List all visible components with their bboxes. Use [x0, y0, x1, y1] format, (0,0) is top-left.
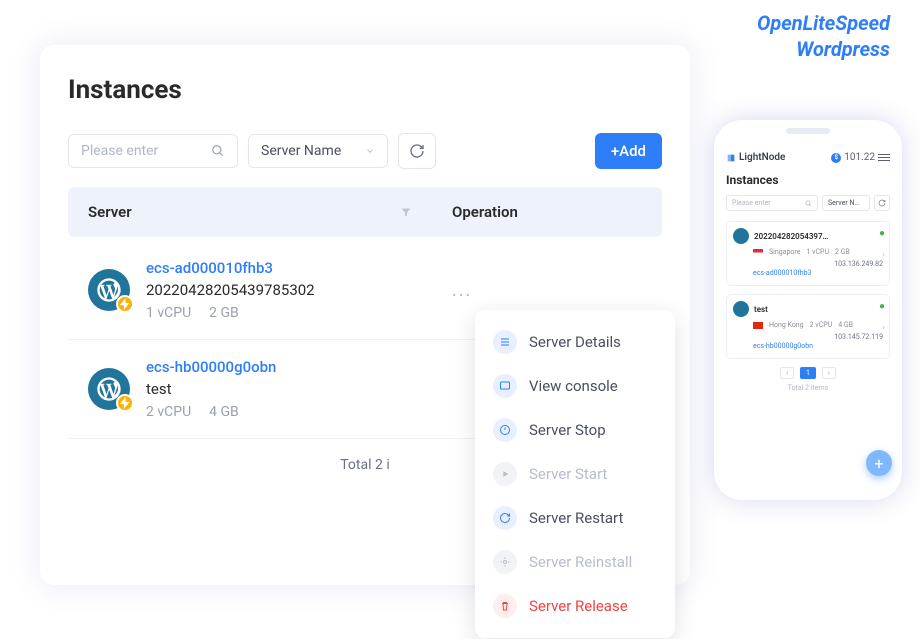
menu-item-label: View console — [529, 377, 618, 395]
mobile-instance-link[interactable]: ecs-hb00000g0obn — [733, 342, 813, 350]
page-prev[interactable]: ‹ — [780, 367, 794, 379]
mobile-instance-card[interactable]: ● 202204282054397… Singapore 1 vCPU 2 GB… — [726, 221, 890, 286]
filter-icon[interactable] — [400, 206, 412, 218]
ram-label: 4 GB — [838, 321, 853, 329]
mobile-preview: LightNode $ 101.22 Instances Please ente… — [714, 120, 902, 500]
search-icon — [211, 144, 225, 158]
mobile-total: Total 2 items — [726, 384, 890, 392]
operation-dropdown: Server Details View console Server Stop … — [475, 310, 675, 638]
wordpress-icon — [88, 269, 130, 311]
mobile-pagination: ‹ 1 › — [726, 367, 890, 379]
region-label: Singapore — [769, 248, 800, 256]
menu-item-icon — [493, 374, 517, 398]
mobile-instance-card[interactable]: ● test Hong Kong 2 vCPU 4 GB ecs-hb00000… — [726, 294, 890, 359]
menu-item-icon — [493, 550, 517, 574]
menu-item-icon — [493, 462, 517, 486]
page-title: Instances — [68, 75, 662, 105]
menu-item-label: Server Details — [529, 333, 621, 351]
wordpress-icon — [733, 301, 749, 317]
menu-server-reinstall: Server Reinstall — [475, 540, 675, 584]
search-input[interactable]: Please enter — [68, 134, 238, 168]
instance-specs: 1 vCPU2 GB — [146, 305, 452, 321]
instance-name: test — [146, 380, 452, 398]
toolbar: Please enter Server Name +Add — [68, 133, 662, 169]
lightning-badge-icon — [116, 295, 134, 313]
chevron-right-icon: › — [882, 250, 885, 260]
menu-item-label: Server Reinstall — [529, 553, 632, 571]
phone-notch — [786, 128, 830, 134]
server-select[interactable]: Server Name — [248, 134, 388, 168]
brand-logo: LightNode — [726, 152, 785, 163]
select-label: Server Name — [261, 143, 365, 159]
table-header: Server Operation — [68, 187, 662, 237]
page-next[interactable]: › — [822, 367, 836, 379]
region-label: Hong Kong — [769, 321, 804, 329]
menu-item-label: Server Restart — [529, 509, 623, 527]
mobile-instance-name: test — [754, 305, 768, 314]
search-placeholder: Please enter — [81, 143, 211, 159]
th-operation: Operation — [452, 203, 642, 221]
status-dot-icon: ● — [879, 228, 885, 239]
cpu-label: 1 vCPU — [806, 248, 829, 256]
mobile-refresh-button[interactable] — [874, 195, 890, 211]
watermark-text: OpenLiteSpeed Wordpress — [757, 10, 890, 62]
operation-menu-trigger[interactable]: ... — [452, 280, 642, 301]
menu-item-icon — [493, 330, 517, 354]
currency-icon: $ — [831, 153, 841, 163]
mobile-instance-ip: 103.145.72.119 — [834, 333, 883, 341]
menu-item-label: Server Start — [529, 465, 607, 483]
mobile-header: LightNode $ 101.22 — [726, 152, 890, 163]
menu-item-icon — [493, 594, 517, 618]
menu-server-details[interactable]: Server Details — [475, 320, 675, 364]
menu-item-label: Server Stop — [529, 421, 606, 439]
ram-label: 2 GB — [835, 248, 850, 256]
cpu-label: 2 vCPU — [810, 321, 833, 329]
balance-display: $ 101.22 — [831, 152, 890, 163]
page-number[interactable]: 1 — [800, 367, 816, 379]
mobile-instance-name: 202204282054397… — [754, 232, 828, 241]
lightning-badge-icon — [116, 394, 134, 412]
instance-name: 20220428205439785302 — [146, 281, 452, 299]
menu-view-console[interactable]: View console — [475, 364, 675, 408]
wordpress-icon — [88, 368, 130, 410]
mobile-toolbar: Please enter Server N… — [726, 195, 890, 211]
refresh-icon — [878, 199, 886, 207]
instance-info: ecs-ad000010fhb3 20220428205439785302 1 … — [146, 259, 452, 321]
menu-server-restart[interactable]: Server Restart — [475, 496, 675, 540]
th-server: Server — [88, 203, 452, 221]
instance-link[interactable]: ecs-ad000010fhb3 — [146, 259, 452, 277]
add-button[interactable]: +Add — [595, 133, 662, 169]
instance-info: ecs-hb00000g0obn test 2 vCPU4 GB — [146, 358, 452, 420]
menu-item-icon — [493, 418, 517, 442]
logo-icon — [726, 153, 736, 163]
wordpress-icon — [733, 228, 749, 244]
menu-item-label: Server Release — [529, 597, 628, 615]
menu-server-stop[interactable]: Server Stop — [475, 408, 675, 452]
mobile-instance-link[interactable]: ecs-ad000010fhb3 — [733, 269, 811, 277]
chevron-right-icon: › — [882, 323, 885, 333]
chevron-down-icon — [365, 146, 375, 156]
status-dot-icon: ● — [879, 301, 885, 312]
menu-server-start: Server Start — [475, 452, 675, 496]
flag-icon — [753, 322, 763, 329]
search-icon — [805, 200, 812, 207]
refresh-button[interactable] — [398, 133, 436, 169]
mobile-search-input[interactable]: Please enter — [726, 195, 818, 211]
menu-item-icon — [493, 506, 517, 530]
menu-server-release[interactable]: Server Release — [475, 584, 675, 628]
flag-icon — [753, 249, 763, 256]
refresh-icon — [409, 143, 425, 159]
instance-link[interactable]: ecs-hb00000g0obn — [146, 358, 452, 376]
mobile-page-title: Instances — [726, 173, 890, 187]
instance-specs: 2 vCPU4 GB — [146, 404, 452, 420]
mobile-select[interactable]: Server N… — [822, 195, 870, 211]
mobile-add-button[interactable]: + — [866, 450, 892, 476]
mobile-instance-ip: 103.136.249.82 — [834, 260, 883, 268]
menu-icon[interactable] — [878, 153, 890, 163]
